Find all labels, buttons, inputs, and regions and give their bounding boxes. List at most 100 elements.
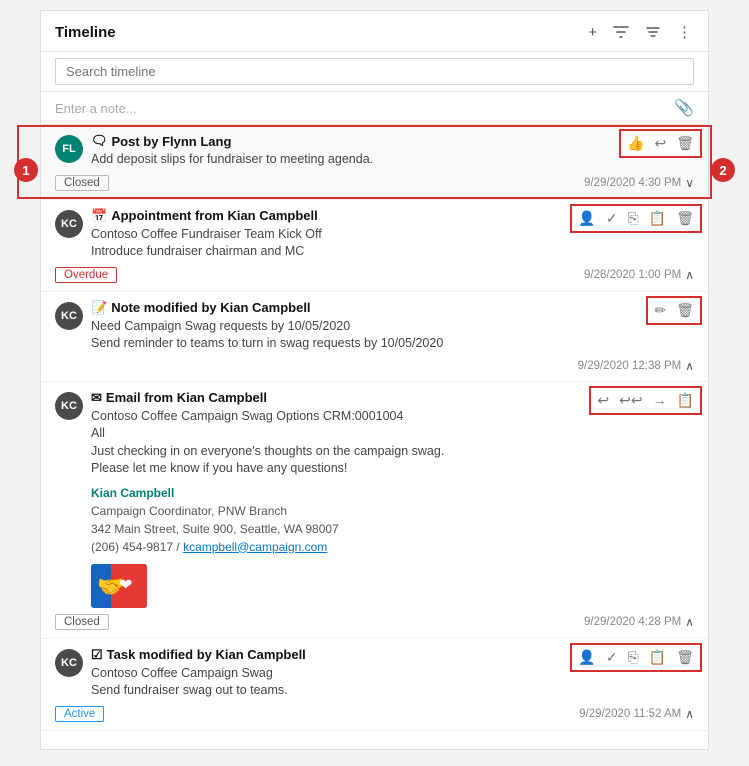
note-title-text: Note modified by Kian Campbell xyxy=(111,300,310,315)
note-type-icon: 📝 xyxy=(91,300,107,316)
appointment-footer: Overdue 9/28/2020 1:00 PM ∧ xyxy=(55,267,694,283)
email-content: ✉ Email from Kian Campbell Contoso Coffe… xyxy=(91,390,564,608)
appointment-title: 📅 Appointment from Kian Campbell xyxy=(91,208,544,224)
task-timestamp: 9/29/2020 11:52 AM ∧ xyxy=(579,707,694,721)
note-body: Need Campaign Swag requests by 10/05/202… xyxy=(91,318,634,353)
email-timestamp: 9/29/2020 4:28 PM ∧ xyxy=(584,615,694,629)
appointment-chevron[interactable]: ∧ xyxy=(685,268,694,282)
paperclip-icon[interactable]: 📎 xyxy=(674,98,694,118)
appointment-left: KC 📅 Appointment from Kian Campbell Cont… xyxy=(55,208,544,261)
appointment-badge: Overdue xyxy=(55,267,117,283)
assign-button[interactable]: 👤 xyxy=(576,208,597,229)
delete-note-button[interactable]: 🗑 xyxy=(674,300,696,321)
copy-task-button[interactable]: ⎘ xyxy=(626,647,641,668)
note-task-button[interactable]: 📋 xyxy=(647,647,668,668)
task-badge: Active xyxy=(55,706,104,722)
copy-button[interactable]: ⎘ xyxy=(626,208,641,229)
email-footer: Closed 9/29/2020 4:28 PM ∧ xyxy=(55,614,694,630)
task-actions-box: 👤 ✓ ⎘ 📋 🗑 xyxy=(570,643,702,672)
note-button[interactable]: 📋 xyxy=(647,208,668,229)
sig-phone: (206) 454-9817 / kcampbell@campaign.com xyxy=(91,538,564,556)
sig-name: Kian Campbell xyxy=(91,484,564,502)
note-left: KC 📝 Note modified by Kian Campbell Need… xyxy=(55,300,634,353)
like-button[interactable]: 👍 xyxy=(625,133,646,154)
appointment-actions-box: 👤 ✓ ⎘ 📋 🗑 xyxy=(570,204,702,233)
sig-role: Campaign Coordinator, PNW Branch xyxy=(91,502,564,520)
email-header: KC ✉ Email from Kian Campbell Contoso Co… xyxy=(55,390,694,608)
post-actions-box: 👍 ↩ 🗑 xyxy=(619,129,702,158)
note-chevron[interactable]: ∧ xyxy=(685,359,694,373)
more-button[interactable]: ⋮ xyxy=(675,21,694,43)
reply-email-button[interactable]: ↩ xyxy=(595,390,611,411)
task-title-text: Task modified by Kian Campbell xyxy=(107,647,306,662)
delete-task-button[interactable]: 🗑 xyxy=(674,647,696,668)
timeline-item-email: ↩ ↩↩ → 📋 KC ✉ Email from Kian Campbell C… xyxy=(41,382,708,639)
timeline-panel: Timeline + ⋮ Enter a note... 📎 xyxy=(40,10,709,750)
forward-button[interactable]: → xyxy=(651,390,669,411)
annotation-circle-1: 1 xyxy=(14,158,38,182)
task-title: ☑ Task modified by Kian Campbell xyxy=(91,647,534,663)
panel-title: Timeline xyxy=(55,24,586,41)
delete-button[interactable]: 🗑 xyxy=(674,208,696,229)
post-timestamp: 9/29/2020 4:30 PM ∨ xyxy=(584,176,694,190)
add-button[interactable]: + xyxy=(586,22,599,43)
note-title: 📝 Note modified by Kian Campbell xyxy=(91,300,634,316)
email-badge: Closed xyxy=(55,614,109,630)
note-footer: 9/29/2020 12:38 PM ∧ xyxy=(55,359,694,373)
post-title: 🗨 Post by Flynn Lang xyxy=(91,133,604,149)
panel-icons: + ⋮ xyxy=(586,21,694,43)
email-image: 🤝 ❤ xyxy=(91,564,147,608)
email-left: KC ✉ Email from Kian Campbell Contoso Co… xyxy=(55,390,564,608)
post-title-text: Post by Flynn Lang xyxy=(112,134,232,149)
post-badge: Closed xyxy=(55,175,109,191)
svg-text:❤: ❤ xyxy=(119,577,132,594)
avatar-kc-appt: KC xyxy=(55,210,83,238)
appointment-type-icon: 📅 xyxy=(91,208,107,224)
page-wrapper: 1 2 Timeline + ⋮ Enter a note... 📎 xyxy=(10,10,739,750)
email-title: ✉ Email from Kian Campbell xyxy=(91,390,564,406)
complete-task-button[interactable]: ✓ xyxy=(604,647,620,668)
appointment-timestamp: 9/28/2020 1:00 PM ∧ xyxy=(584,268,694,282)
task-chevron[interactable]: ∧ xyxy=(685,707,694,721)
post-left: FL 🗨 Post by Flynn Lang Add deposit slip… xyxy=(55,133,604,169)
appointment-body: Contoso Coffee Fundraiser Team Kick Off … xyxy=(91,226,544,261)
email-type-icon: ✉ xyxy=(91,390,102,406)
post-content: 🗨 Post by Flynn Lang Add deposit slips f… xyxy=(91,133,604,169)
complete-button[interactable]: ✓ xyxy=(604,208,620,229)
task-content: ☑ Task modified by Kian Campbell Contoso… xyxy=(91,647,534,700)
task-footer: Active 9/29/2020 11:52 AM ∧ xyxy=(55,706,694,722)
copy-email-button[interactable]: 📋 xyxy=(675,390,696,411)
avatar-kc-note: KC xyxy=(55,302,83,330)
post-chevron[interactable]: ∨ xyxy=(685,176,694,190)
sig-address: 342 Main Street, Suite 900, Seattle, WA … xyxy=(91,520,564,538)
note-actions-box: ✏ 🗑 xyxy=(646,296,702,325)
search-bar xyxy=(41,52,708,92)
edit-button[interactable]: ✏ xyxy=(652,300,668,321)
email-chevron[interactable]: ∧ xyxy=(685,615,694,629)
note-header: KC 📝 Note modified by Kian Campbell Need… xyxy=(55,300,694,353)
reply-all-button[interactable]: ↩↩ xyxy=(617,390,644,411)
timeline-item-post: 👍 ↩ 🗑 FL 🗨 Post by Flynn Lang Add deposi… xyxy=(41,125,708,200)
avatar-fl: FL xyxy=(55,135,83,163)
delete-button[interactable]: 🗑 xyxy=(674,133,696,154)
note-content: 📝 Note modified by Kian Campbell Need Ca… xyxy=(91,300,634,353)
sig-email-link[interactable]: kcampbell@campaign.com xyxy=(183,540,327,554)
email-actions-box: ↩ ↩↩ → 📋 xyxy=(589,386,702,415)
email-body: Contoso Coffee Campaign Swag Options CRM… xyxy=(91,408,564,478)
email-signature: Kian Campbell Campaign Coordinator, PNW … xyxy=(91,484,564,556)
note-placeholder: Enter a note... xyxy=(55,101,137,116)
search-input[interactable] xyxy=(55,58,694,85)
reply-button[interactable]: ↩ xyxy=(652,133,668,154)
note-bar: Enter a note... 📎 xyxy=(41,92,708,125)
post-body: Add deposit slips for fundraiser to meet… xyxy=(91,151,604,169)
post-type-icon: 🗨 xyxy=(91,133,108,149)
email-title-text: Email from Kian Campbell xyxy=(106,390,267,405)
sort-button[interactable] xyxy=(643,22,663,42)
filter-button[interactable] xyxy=(611,22,631,42)
post-header: FL 🗨 Post by Flynn Lang Add deposit slip… xyxy=(55,133,694,169)
avatar-kc-task: KC xyxy=(55,649,83,677)
avatar-kc-email: KC xyxy=(55,392,83,420)
appointment-content: 📅 Appointment from Kian Campbell Contoso… xyxy=(91,208,544,261)
assign-task-button[interactable]: 👤 xyxy=(576,647,597,668)
task-type-icon: ☑ xyxy=(91,647,103,663)
